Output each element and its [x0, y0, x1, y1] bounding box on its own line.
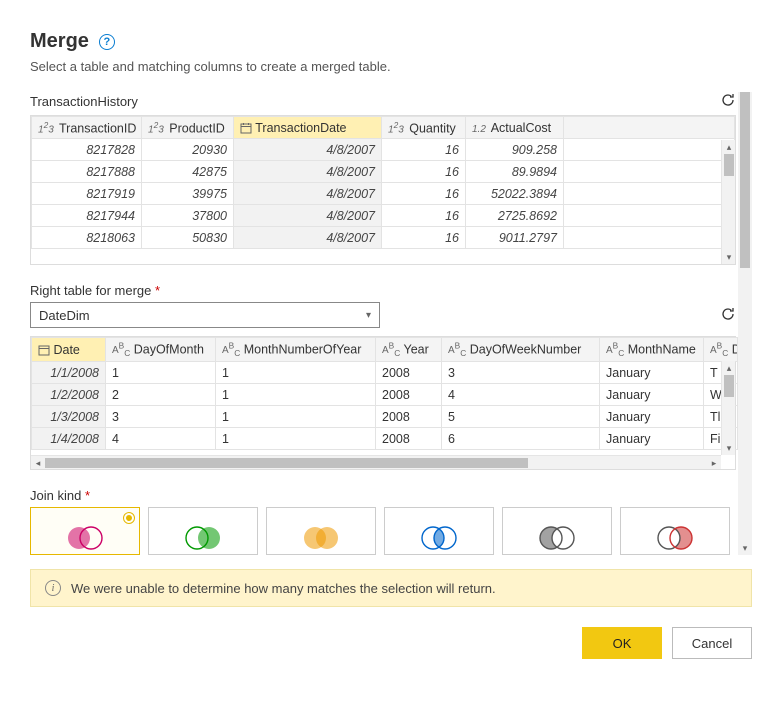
info-icon: i	[45, 580, 61, 596]
help-icon[interactable]: ?	[99, 34, 115, 50]
scroll-down-icon[interactable]: ▾	[738, 541, 752, 555]
col-header-actualcost[interactable]: 1.2 ActualCost	[466, 117, 564, 139]
col-header-dayofweeknumber[interactable]: ABC DayOfWeekNumber	[442, 338, 600, 362]
chevron-down-icon: ▾	[366, 310, 371, 321]
table-row[interactable]: 8218063508304/8/2007169011.2797	[32, 227, 735, 249]
col-header-transactiondate[interactable]: TransactionDate	[234, 117, 382, 139]
col-header-blank	[564, 117, 735, 139]
col-header-dayofmonth[interactable]: ABC DayOfMonth	[106, 338, 216, 362]
table-row[interactable]: 8217828209304/8/200716909.258	[32, 139, 735, 161]
pane-scrollbar[interactable]: ▴ ▾	[738, 92, 752, 555]
scroll-thumb[interactable]	[724, 154, 734, 176]
dialog-header: Merge ? Select a table and matching colu…	[30, 30, 752, 74]
warning-banner: i We were unable to determine how many m…	[30, 569, 752, 607]
right-table-preview[interactable]: Date ABC DayOfMonth ABC MonthNumberOfYea…	[30, 336, 736, 470]
col-header-trunc[interactable]: ABC D	[704, 338, 738, 362]
scroll-up-icon[interactable]: ▴	[722, 140, 736, 154]
table-row[interactable]: 8217888428754/8/20071689.9894	[32, 161, 735, 183]
join-full-outer[interactable]	[266, 507, 376, 555]
dialog-subtitle: Select a table and matching columns to c…	[30, 59, 752, 74]
scroll-thumb[interactable]	[740, 92, 750, 268]
refresh-icon[interactable]	[720, 306, 736, 325]
table-row[interactable]: 1/4/20084120086JanuaryFi	[32, 428, 738, 450]
left-table-name: TransactionHistory	[30, 94, 138, 109]
table-row[interactable]: 8217919399754/8/20071652022.3894	[32, 183, 735, 205]
left-table-preview[interactable]: 123 TransactionID 123 ProductID Transact…	[30, 115, 736, 265]
right-table-scrollbar-h[interactable]: ◂ ▸	[31, 455, 721, 469]
join-inner[interactable]	[384, 507, 494, 555]
cancel-button[interactable]: Cancel	[672, 627, 752, 659]
scroll-thumb[interactable]	[45, 458, 528, 468]
table-row[interactable]: 1/2/20082120084JanuaryW	[32, 384, 738, 406]
table-row[interactable]: 1/1/20081120083JanuaryT	[32, 362, 738, 384]
join-left-anti[interactable]	[502, 507, 612, 555]
right-table-scrollbar-v[interactable]: ▴ ▾	[721, 361, 735, 455]
scroll-right-icon[interactable]: ▸	[707, 456, 721, 470]
join-kind-label: Join kind *	[30, 488, 736, 503]
col-header-productid[interactable]: 123 ProductID	[142, 117, 234, 139]
left-table-scrollbar[interactable]: ▴ ▾	[721, 140, 735, 264]
content-scroll-pane: TransactionHistory 123 TransactionID 123…	[30, 92, 752, 555]
right-table-dropdown[interactable]: DateDim ▾	[30, 302, 380, 328]
table-row[interactable]: 8217944378004/8/2007162725.8692	[32, 205, 735, 227]
scroll-down-icon[interactable]: ▾	[722, 250, 736, 264]
refresh-icon[interactable]	[720, 92, 736, 111]
col-header-transactionid[interactable]: 123 TransactionID	[32, 117, 142, 139]
col-header-date[interactable]: Date	[32, 338, 106, 362]
radio-selected-icon	[123, 512, 135, 524]
join-right-anti[interactable]	[620, 507, 730, 555]
dialog-footer: OK Cancel	[30, 627, 752, 659]
col-header-monthname[interactable]: ABC MonthName	[600, 338, 704, 362]
scroll-up-icon[interactable]: ▴	[722, 361, 736, 375]
right-table-label: Right table for merge *	[30, 283, 736, 298]
col-header-monthnumberofyear[interactable]: ABC MonthNumberOfYear	[216, 338, 376, 362]
dialog-title: Merge	[30, 30, 89, 53]
join-left-outer[interactable]	[30, 507, 140, 555]
right-table-value: DateDim	[39, 308, 90, 323]
warning-text: We were unable to determine how many mat…	[71, 581, 496, 596]
join-right-outer[interactable]	[148, 507, 258, 555]
ok-button[interactable]: OK	[582, 627, 662, 659]
table-row[interactable]: 1/3/20083120085JanuaryTl	[32, 406, 738, 428]
scroll-down-icon[interactable]: ▾	[722, 441, 736, 455]
join-kind-options	[30, 507, 736, 555]
col-header-quantity[interactable]: 123 Quantity	[382, 117, 466, 139]
scroll-thumb[interactable]	[724, 375, 734, 397]
scroll-left-icon[interactable]: ◂	[31, 456, 45, 470]
col-header-year[interactable]: ABC Year	[376, 338, 442, 362]
